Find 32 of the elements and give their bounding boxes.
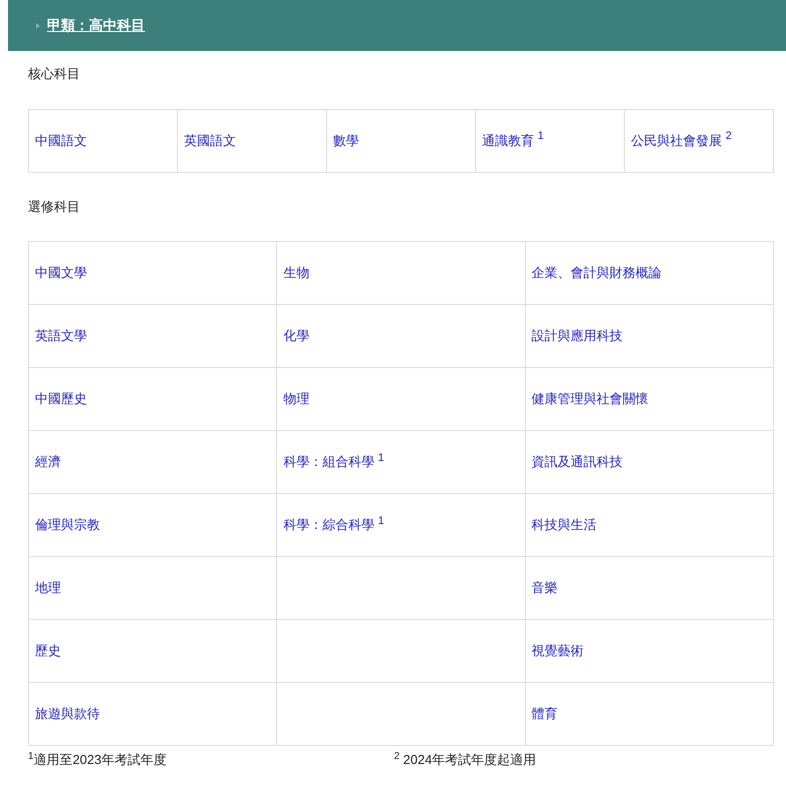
subject-link[interactable]: 經濟: [35, 454, 61, 470]
subject-link[interactable]: 地理: [35, 580, 61, 596]
subject-link[interactable]: 企業、會計與財務概論: [532, 265, 662, 280]
subject-link[interactable]: 科技與生活: [532, 517, 597, 532]
section-heading: 選修科目: [28, 198, 81, 216]
subject-link[interactable]: 音樂: [532, 580, 558, 596]
subject-link[interactable]: 倫理與宗教: [35, 517, 100, 532]
subject-link[interactable]: 設計與應用科技: [532, 328, 623, 344]
subject-link[interactable]: 通識教育 $^{1}$: [482, 132, 544, 148]
subject-link[interactable]: 旅遊與款待: [35, 706, 100, 722]
footnote: $^{1}$適用至2023年考試年度: [28, 750, 168, 769]
section-title-link[interactable]: 甲類：高中科目: [47, 15, 145, 36]
subject-link[interactable]: 科學：綜合科學 $^{1}$: [283, 517, 384, 532]
subject-link[interactable]: 化學: [283, 328, 310, 344]
subject-link[interactable]: 中國歷史: [35, 391, 87, 406]
section-heading: 核心科目: [28, 65, 81, 83]
subject-link[interactable]: 英國語文: [184, 132, 236, 148]
subject-link[interactable]: 視覺藝術: [532, 643, 584, 658]
subject-link[interactable]: 歷史: [35, 643, 61, 658]
subject-link[interactable]: 健康管理與社會關懷: [532, 391, 649, 406]
subject-link[interactable]: 英語文學: [35, 328, 87, 344]
subject-link[interactable]: 物理: [283, 391, 310, 406]
subject-link[interactable]: 中國文學: [35, 265, 87, 280]
footnote: $^{2}$ 2024年考試年度起適用: [394, 750, 538, 769]
subject-link[interactable]: 公民與社會發展 $^{2}$: [631, 132, 732, 148]
subject-link[interactable]: 體育: [532, 706, 558, 722]
caret-icon: [36, 22, 40, 28]
subject-link[interactable]: 生物: [283, 265, 310, 280]
subject-link[interactable]: 中國語文: [35, 132, 87, 148]
subject-link[interactable]: 資訊及通訊科技: [532, 454, 623, 470]
subject-link[interactable]: 科學：組合科學 $^{1}$: [283, 454, 384, 470]
subject-link[interactable]: 數學: [333, 132, 359, 148]
